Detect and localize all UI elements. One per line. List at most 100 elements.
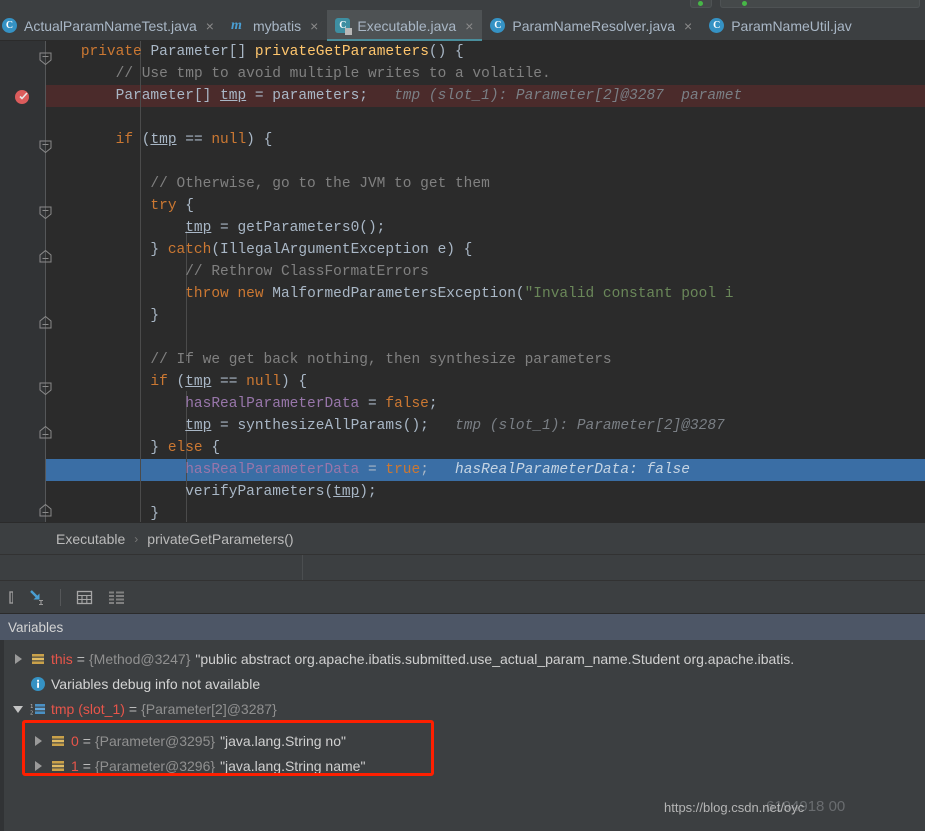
tab-actualparamnametest[interactable]: C ActualParamNameTest.java × [0, 10, 223, 41]
code-token: ) { [280, 374, 308, 390]
tab-label: Executable.java [357, 17, 457, 34]
tab-paramnameresolver[interactable]: C ParamNameResolver.java × [482, 10, 701, 41]
java-class-icon: C [2, 17, 18, 34]
code-token: { [176, 198, 194, 214]
equals-sign: = [82, 757, 91, 774]
show-values-inline-icon[interactable] [105, 586, 127, 608]
breakpoint-verified-icon[interactable] [14, 88, 31, 105]
tab-paramnameutil[interactable]: C ParamNameUtil.jav [701, 10, 861, 41]
expand-arrow-icon[interactable] [32, 734, 46, 748]
editor-tab-bar[interactable]: C ActualParamNameTest.java × m mybatis ×… [0, 10, 925, 41]
close-icon[interactable]: × [206, 19, 214, 33]
variable-ref: {Method@3247} [88, 650, 191, 667]
code-token: tmp [150, 132, 177, 148]
code-token: () { [428, 44, 464, 60]
debugger-toolbar[interactable] [0, 580, 925, 613]
code-token: (IllegalArgumentException e) { [211, 242, 473, 258]
code-token: ( [167, 374, 186, 390]
variable-row-index-1[interactable]: 1 = {Parameter@3296} "java.lang.String n… [32, 753, 365, 778]
code-token: } [150, 440, 168, 456]
tab-mybatis[interactable]: m mybatis × [223, 10, 327, 41]
close-icon[interactable]: × [684, 19, 692, 33]
code-token: ; [428, 396, 438, 412]
code-token: ) { [246, 132, 273, 148]
code-token: throw [185, 286, 229, 302]
tab-label: mybatis [252, 17, 302, 34]
editor-gutter[interactable] [0, 41, 46, 522]
java-class-icon: C [490, 17, 506, 34]
code-token: true [385, 462, 421, 478]
debug-tool-window-header [0, 554, 925, 581]
debug-info-text: Variables debug info not available [51, 675, 261, 692]
code-token: hasRealParameterData: false [428, 462, 690, 478]
svg-text:2: 2 [30, 710, 33, 716]
breadcrumb-class[interactable]: Executable [56, 531, 125, 547]
code-token: } [150, 506, 160, 522]
code-token: Parameter [115, 88, 194, 104]
array-icon: 1 2 [30, 701, 46, 717]
maven-module-icon: m [230, 17, 242, 33]
equals-sign: = [76, 650, 85, 667]
variable-row-tmp[interactable]: 1 2 tmp (slot_1) = {Parameter[2]@3287} [12, 696, 277, 721]
step-into-icon[interactable] [26, 586, 48, 608]
watermark-url: https://blog.csdn.net/oyc [664, 800, 805, 815]
expand-arrow-icon[interactable] [32, 759, 46, 773]
code-token: MalformedParametersException( [263, 286, 525, 302]
source-code[interactable]: private Parameter[] privateGetParameters… [46, 41, 742, 522]
variable-row-index-0[interactable]: 0 = {Parameter@3295} "java.lang.String n… [32, 728, 346, 753]
run-indicator-dot-2 [742, 1, 747, 6]
close-icon[interactable]: × [310, 19, 318, 33]
breadcrumb-method[interactable]: privateGetParameters() [147, 531, 293, 547]
breadcrumb[interactable]: Executable › privateGetParameters() [0, 522, 925, 554]
top-toolbar-strip [0, 0, 925, 10]
variable-row-this[interactable]: this = {Method@3247} "public abstract or… [12, 646, 794, 671]
java-class-readonly-icon: C [335, 17, 351, 34]
code-editor[interactable]: private Parameter[] privateGetParameters… [0, 41, 925, 522]
code-token: // Use tmp to avoid multiple writes to a… [115, 66, 551, 82]
code-token: if [150, 374, 168, 390]
info-icon [30, 676, 46, 692]
code-token: ); [359, 484, 377, 500]
tab-label: ParamNameResolver.java [512, 17, 676, 34]
code-token: ; [420, 462, 429, 478]
tab-label: ActualParamNameTest.java [24, 17, 197, 34]
ide-window: C ActualParamNameTest.java × m mybatis ×… [0, 0, 925, 831]
variable-ref: {Parameter@3295} [94, 732, 216, 749]
equals-sign: = [128, 700, 138, 717]
variable-name: 1 [71, 757, 79, 774]
code-token: private [80, 44, 151, 60]
variable-ref: {Parameter[2]@3287} [141, 700, 277, 717]
tab-executable[interactable]: C Executable.java × [327, 10, 483, 41]
variables-tab-label: Variables [8, 619, 64, 635]
code-token: tmp (slot_1): Parameter[2]@3287 paramet [368, 88, 743, 104]
code-token: "Invalid constant pool i [524, 286, 734, 302]
code-token: // Rethrow ClassFormatErrors [185, 264, 429, 280]
code-token: = [359, 396, 386, 412]
toolbar-partial-icon[interactable] [0, 586, 16, 608]
code-token: null [211, 132, 247, 148]
code-token: } [150, 308, 160, 324]
panel-divider [302, 555, 303, 581]
code-token: // Otherwise, go to the JVM to get them [150, 176, 490, 192]
code-token: = synthesizeAllParams(); [211, 418, 429, 434]
collapse-arrow-icon[interactable] [12, 702, 26, 716]
code-token: [] [193, 88, 221, 104]
expand-arrow-icon[interactable] [12, 652, 26, 666]
variables-tree[interactable]: this = {Method@3247} "public abstract or… [0, 640, 925, 831]
code-text-area[interactable]: private Parameter[] privateGetParameters… [46, 41, 925, 522]
variables-tab-header[interactable]: Variables [0, 613, 925, 640]
code-token: hasRealParameterData [185, 396, 360, 412]
code-token: Parameter [150, 44, 229, 60]
field-icon [30, 651, 46, 667]
code-token: try [150, 198, 177, 214]
evaluate-expression-icon[interactable] [73, 586, 95, 608]
code-token: == [211, 374, 247, 390]
code-token: = parameters; [246, 88, 368, 104]
code-token: [] [228, 44, 255, 60]
code-token: hasRealParameterData [185, 462, 360, 478]
equals-sign: = [82, 732, 91, 749]
code-token: if [115, 132, 134, 148]
close-icon[interactable]: × [465, 19, 473, 33]
code-token: tmp [185, 418, 212, 434]
code-token: privateGetParameters [254, 44, 429, 60]
